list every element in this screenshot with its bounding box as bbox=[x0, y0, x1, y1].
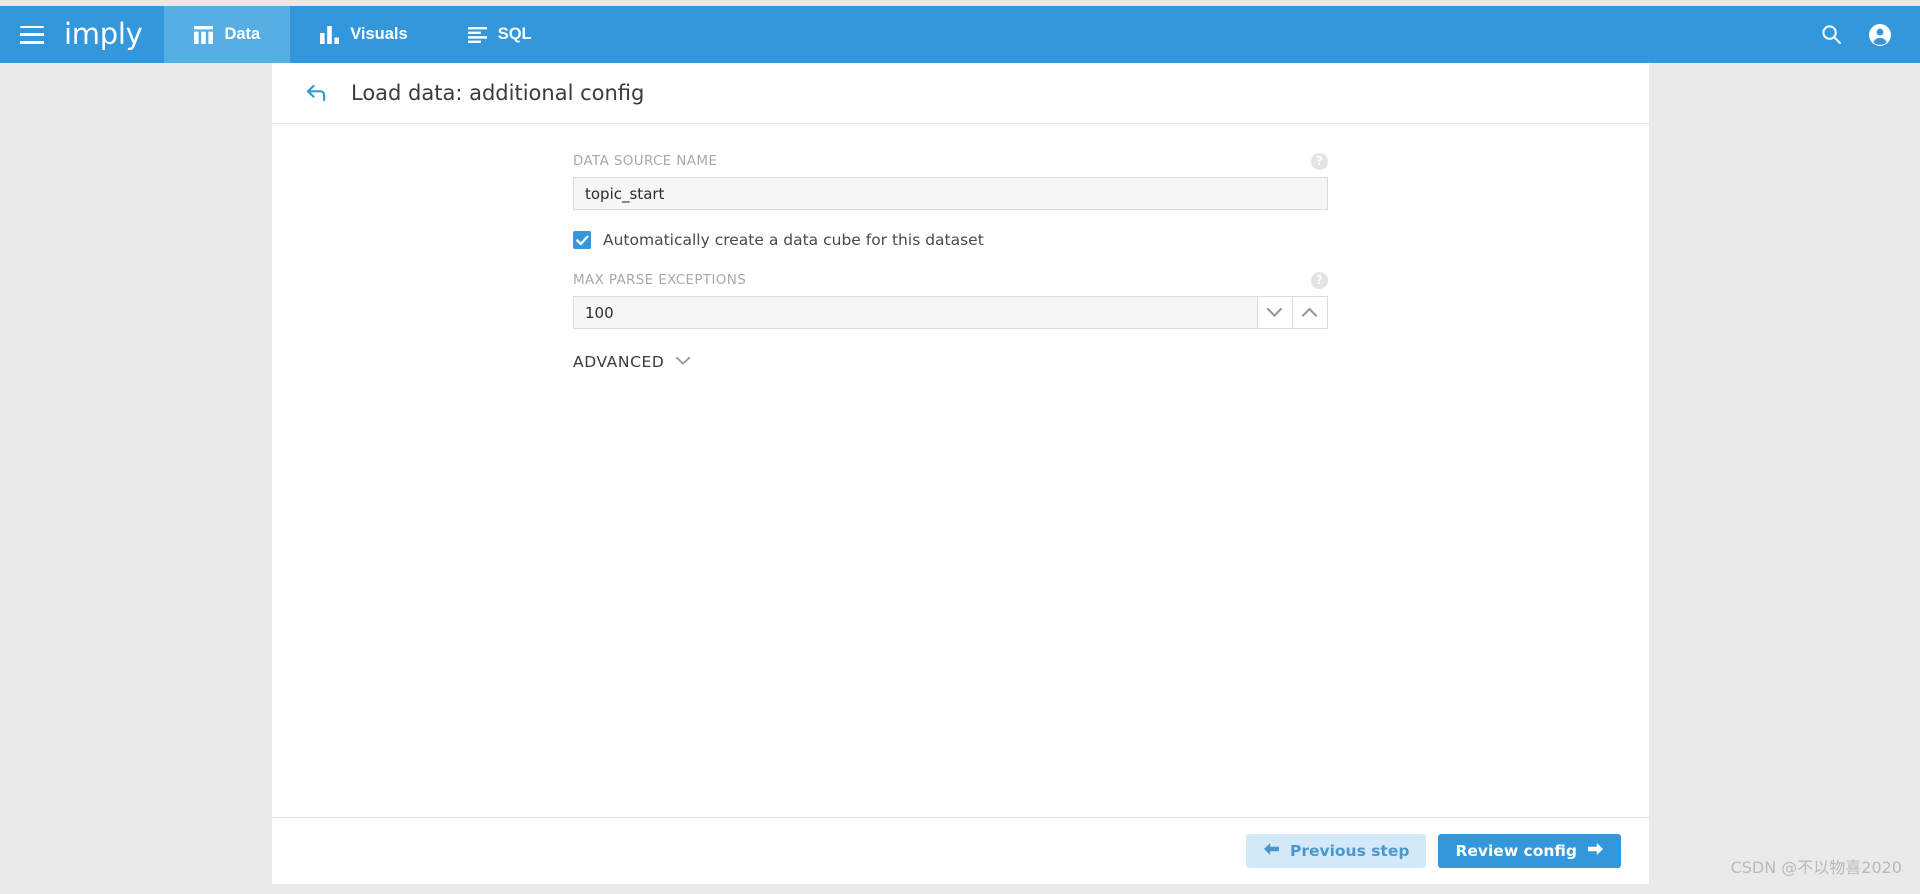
tab-sql-label: SQL bbox=[497, 25, 532, 43]
max-parse-label-row: MAX PARSE EXCEPTIONS ? bbox=[573, 271, 1328, 289]
chevron-up-icon[interactable] bbox=[1292, 296, 1328, 329]
tab-sql[interactable]: SQL bbox=[438, 6, 562, 63]
panel-footer: Previous step Review config bbox=[272, 817, 1649, 883]
arrow-right-icon bbox=[1587, 842, 1604, 860]
max-parse-label: MAX PARSE EXCEPTIONS bbox=[573, 272, 747, 288]
datasource-label: DATA SOURCE NAME bbox=[573, 153, 718, 169]
watermark: CSDN @不以物喜2020 bbox=[1730, 858, 1902, 877]
tab-visuals[interactable]: Visuals bbox=[290, 6, 437, 63]
panel-header: Load data: additional config bbox=[272, 63, 1649, 124]
hamburger-icon[interactable] bbox=[20, 25, 44, 44]
chevron-down-icon bbox=[675, 353, 691, 371]
tab-data-label: Data bbox=[224, 25, 261, 43]
max-parse-stepper bbox=[573, 296, 1328, 329]
auto-cube-label[interactable]: Automatically create a data cube for thi… bbox=[603, 231, 984, 249]
search-icon[interactable] bbox=[1821, 24, 1842, 45]
imply-logo[interactable]: imply bbox=[64, 20, 143, 49]
bar-chart-icon bbox=[320, 25, 340, 44]
navbar-brand: imply bbox=[0, 6, 164, 63]
account-icon[interactable] bbox=[1868, 23, 1892, 47]
auto-cube-checkbox[interactable] bbox=[573, 231, 591, 249]
advanced-label: ADVANCED bbox=[573, 353, 665, 371]
review-config-label: Review config bbox=[1455, 841, 1577, 860]
help-circle-icon[interactable]: ? bbox=[1311, 271, 1328, 289]
config-form: DATA SOURCE NAME ? Automatically create … bbox=[573, 152, 1328, 371]
checkmark-icon bbox=[575, 234, 589, 245]
table-icon bbox=[194, 25, 214, 44]
panel-body: DATA SOURCE NAME ? Automatically create … bbox=[272, 124, 1649, 817]
back-arrow-icon[interactable] bbox=[304, 80, 330, 106]
datasource-label-row: DATA SOURCE NAME ? bbox=[573, 152, 1328, 170]
sql-lines-icon bbox=[467, 26, 487, 43]
advanced-toggle[interactable]: ADVANCED bbox=[573, 353, 691, 371]
app-root: imply Data Visuals SQL Load data: additi… bbox=[0, 0, 1920, 894]
review-config-button[interactable]: Review config bbox=[1438, 833, 1621, 868]
previous-step-label: Previous step bbox=[1289, 841, 1410, 860]
max-parse-input[interactable] bbox=[573, 296, 1258, 329]
content-panel: Load data: additional config DATA SOURCE… bbox=[272, 63, 1649, 884]
navbar-tabs: Data Visuals SQL bbox=[164, 6, 561, 63]
tab-visuals-label: Visuals bbox=[350, 25, 408, 43]
datasource-input[interactable] bbox=[573, 177, 1328, 210]
auto-cube-row[interactable]: Automatically create a data cube for thi… bbox=[573, 231, 1328, 249]
chevron-down-icon[interactable] bbox=[1257, 296, 1293, 329]
top-navbar: imply Data Visuals SQL bbox=[0, 6, 1920, 63]
page-title: Load data: additional config bbox=[351, 81, 645, 105]
arrow-left-icon bbox=[1263, 842, 1280, 860]
help-circle-icon[interactable]: ? bbox=[1311, 152, 1328, 170]
previous-step-button[interactable]: Previous step bbox=[1245, 833, 1427, 868]
navbar-actions bbox=[1821, 6, 1920, 63]
tab-data[interactable]: Data bbox=[164, 6, 291, 63]
